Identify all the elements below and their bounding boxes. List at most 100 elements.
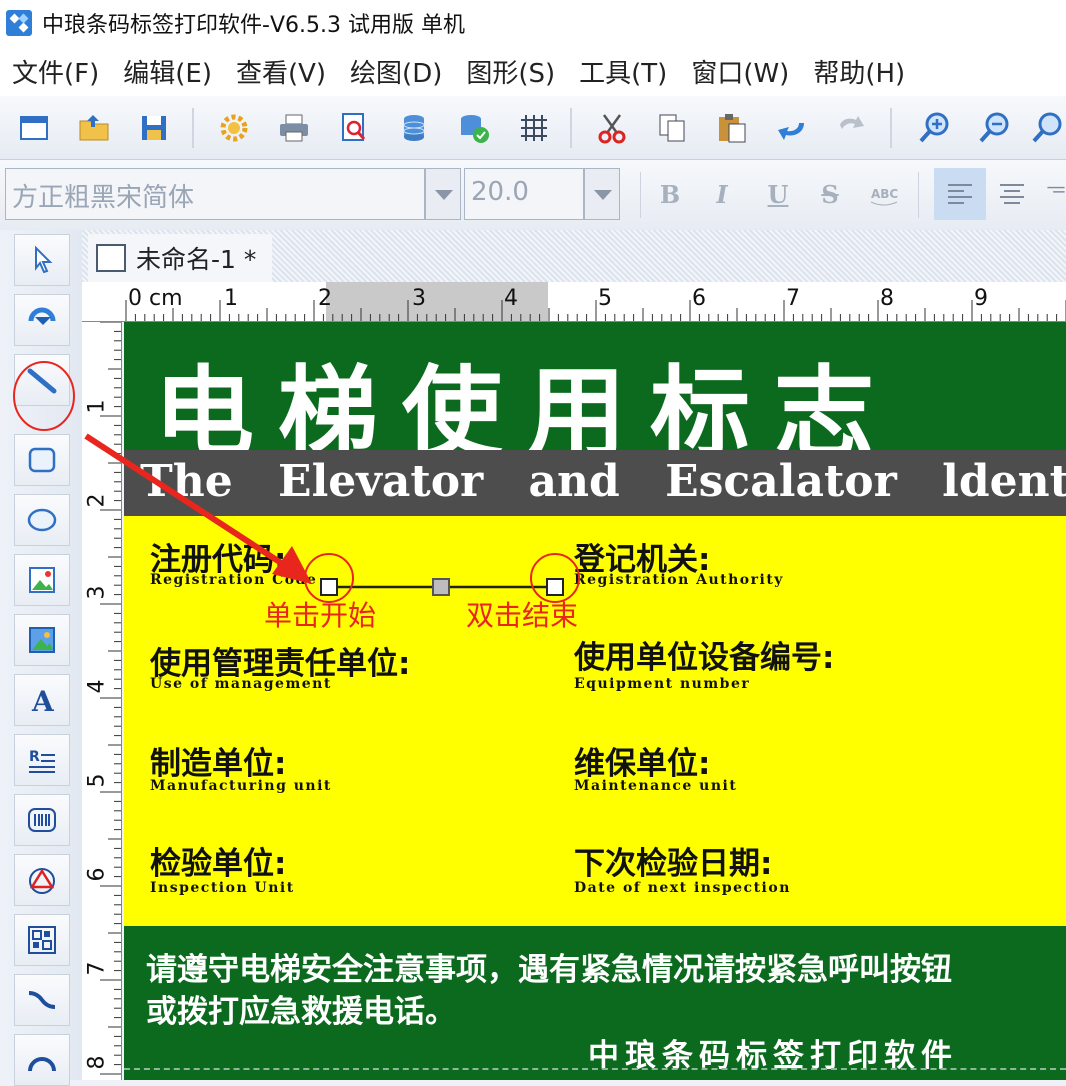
ruler-label: 2 <box>84 493 110 508</box>
safety-notice-line-2[interactable]: 或拨打应急救援电话。 <box>146 986 456 1031</box>
align-center-button[interactable] <box>990 172 1034 216</box>
database-button[interactable] <box>392 106 436 150</box>
ruler-label: 9 <box>974 286 988 311</box>
menu-edit[interactable]: 编辑(E) <box>123 53 212 90</box>
menu-bar: 文件(F) 编辑(E) 查看(V) 绘图(D) 图形(S) 工具(T) 窗口(W… <box>0 46 1066 96</box>
font-size-input[interactable]: 20.0 <box>464 168 584 220</box>
field-next-inspection-date-en[interactable]: Date of next inspection <box>574 880 791 896</box>
new-button[interactable] <box>12 106 56 150</box>
field-manufacturing-unit-en[interactable]: Manufacturing unit <box>150 778 332 794</box>
font-size-dropdown[interactable] <box>584 168 620 220</box>
ruler-label: 4 <box>504 286 518 311</box>
qrcode-tool-button[interactable] <box>14 914 70 966</box>
settings-button[interactable] <box>212 106 256 150</box>
chevron-down-icon <box>594 190 612 200</box>
strikethrough-button[interactable]: S <box>808 172 852 216</box>
ruler-label: 1 <box>224 286 238 311</box>
align-right-button[interactable] <box>1046 172 1066 216</box>
ruler-label: 8 <box>880 286 894 311</box>
image-tool-button[interactable] <box>14 554 70 606</box>
rich-text-tool-button[interactable]: R <box>14 734 70 786</box>
document-tab-strip: 未命名-1 * <box>82 230 1066 282</box>
italic-button[interactable]: I <box>700 172 744 216</box>
copy-icon <box>659 114 685 142</box>
safety-notice-line-1[interactable]: 请遵守电梯安全注意事项，遇有紧急情况请按紧急呼叫按钮 <box>146 944 952 989</box>
field-equipment-number-en[interactable]: Equipment number <box>574 676 750 692</box>
menu-window[interactable]: 窗口(W) <box>691 53 789 90</box>
paste-button[interactable] <box>710 106 754 150</box>
menu-shape[interactable]: 图形(S) <box>466 53 555 90</box>
menu-view[interactable]: 查看(V) <box>236 53 326 90</box>
save-button[interactable] <box>132 106 176 150</box>
window-title: 中琅条码标签打印软件-V6.5.3 试用版 单机 <box>42 13 465 38</box>
menu-help[interactable]: 帮助(H) <box>813 53 905 90</box>
field-maintenance-unit-en[interactable]: Maintenance unit <box>574 778 737 794</box>
redo-button[interactable] <box>830 106 874 150</box>
text-effect-button[interactable]: ABC <box>862 172 906 216</box>
align-left-button[interactable] <box>934 168 986 220</box>
rotate-tool-button[interactable] <box>14 294 70 346</box>
print-preview-icon <box>342 113 366 141</box>
field-registration-code-en[interactable]: Registration Code <box>150 572 317 588</box>
curve-tool-button[interactable] <box>14 974 70 1026</box>
field-manufacturing-unit[interactable]: 制造单位: <box>150 738 286 783</box>
select-tool-button[interactable] <box>14 234 70 286</box>
barcode-tool-button[interactable] <box>14 794 70 846</box>
fontbar-separator <box>918 172 919 218</box>
menu-file[interactable]: 文件(F) <box>12 53 99 90</box>
field-registration-authority-en[interactable]: Registration Authority <box>574 572 784 588</box>
field-maintenance-unit[interactable]: 维保单位: <box>574 738 710 783</box>
print-preview-button[interactable] <box>332 106 376 150</box>
fields-area: 注册代码: Registration Code 登记机关: Registrati… <box>124 516 1066 926</box>
ruler-label: 5 <box>84 773 110 788</box>
print-icon <box>280 114 308 142</box>
picture-tool-button[interactable] <box>14 614 70 666</box>
zoom-button[interactable] <box>1030 106 1066 150</box>
label-canvas[interactable]: 电梯使用标志 The Elevator and Escalator ldenti… <box>124 322 1066 1080</box>
print-button[interactable] <box>272 106 316 150</box>
ellipse-tool-button[interactable] <box>14 494 70 546</box>
rectangle-tool-button[interactable] <box>14 434 70 486</box>
ruler-label: 1 <box>84 399 110 414</box>
label-english-title[interactable]: The Elevator and Escalator ldentificatio… <box>140 456 1066 507</box>
ruler-label: 0 cm <box>128 286 183 311</box>
shape-tool-button[interactable] <box>14 854 70 906</box>
toolbar-separator <box>890 108 892 148</box>
cut-button[interactable] <box>590 106 634 150</box>
field-use-management-en[interactable]: Use of management <box>150 676 332 692</box>
text-tool-button[interactable]: A <box>14 674 70 726</box>
footer-band: 请遵守电梯安全注意事项，遇有紧急情况请按紧急呼叫按钮 或拨打应急救援电话。 中琅… <box>124 926 1066 1080</box>
database-icon <box>403 115 425 141</box>
open-button[interactable] <box>72 106 116 150</box>
arc-tool-button[interactable] <box>14 1034 70 1086</box>
app-logo-icon <box>6 10 32 36</box>
font-family-dropdown[interactable] <box>425 168 461 220</box>
horizontal-ruler: 0 cm 1 2 3 4 5 6 7 8 9 <box>82 282 1066 322</box>
menu-tools[interactable]: 工具(T) <box>579 53 667 90</box>
field-inspection-unit[interactable]: 检验单位: <box>150 838 286 883</box>
cursor-arrow-icon <box>35 245 53 274</box>
curve-icon <box>28 991 56 1009</box>
document-tab[interactable]: 未命名-1 * <box>88 234 272 282</box>
zoom-out-button[interactable] <box>972 106 1016 150</box>
database-settings-button[interactable] <box>452 106 496 150</box>
font-family-select[interactable]: 方正粗黑宋简体 <box>5 168 425 220</box>
toolbar-separator <box>570 108 572 148</box>
field-inspection-unit-en[interactable]: Inspection Unit <box>150 880 295 896</box>
field-equipment-number[interactable]: 使用单位设备编号: <box>574 632 834 677</box>
zoom-out-icon <box>979 112 1009 143</box>
menu-draw[interactable]: 绘图(D) <box>350 53 442 90</box>
field-next-inspection-date[interactable]: 下次检验日期: <box>574 838 772 883</box>
text-icon: A <box>31 685 55 717</box>
open-icon <box>79 115 109 141</box>
underline-button[interactable]: U <box>756 172 800 216</box>
document-tab-label: 未命名-1 * <box>136 245 257 274</box>
copy-button[interactable] <box>650 106 694 150</box>
line-tool-button[interactable] <box>14 354 70 406</box>
align-left-icon <box>948 184 972 204</box>
undo-button[interactable] <box>770 106 814 150</box>
zoom-in-button[interactable] <box>912 106 956 150</box>
grid-button[interactable] <box>512 106 556 150</box>
svg-text:A: A <box>31 685 55 717</box>
bold-button[interactable]: B <box>648 172 692 216</box>
